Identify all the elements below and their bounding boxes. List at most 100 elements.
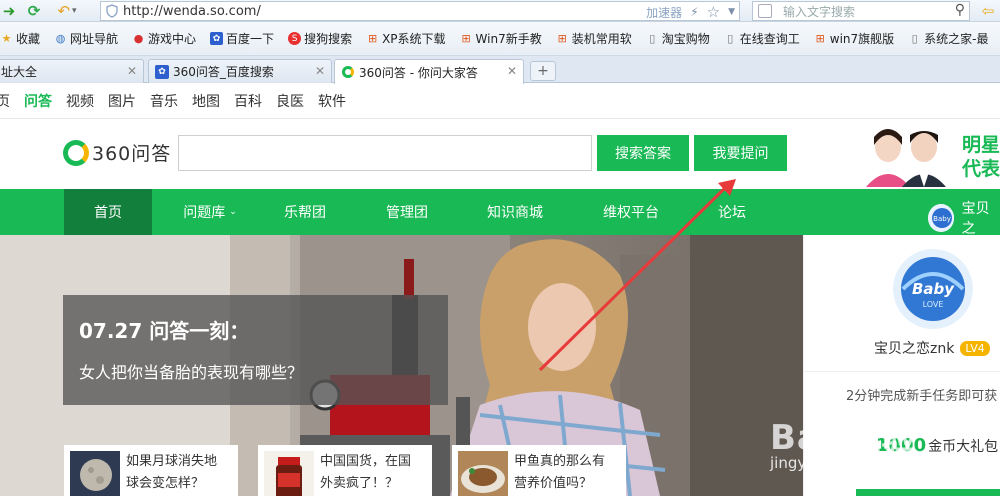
favorite-item[interactable]: ● 游戏中心	[132, 30, 196, 47]
favorite-item[interactable]: ⊞ 装机常用软	[556, 30, 632, 47]
channel-wenda[interactable]: 问答	[24, 91, 52, 121]
lightning-icon[interactable]: ⚡	[690, 5, 698, 19]
tab-label: 360问答_百度搜索	[173, 65, 274, 79]
baidu-jingyan-watermark: Bai 经验 jingyan.baidu.com	[770, 410, 1000, 496]
baidu-paw-icon: ✿	[155, 64, 169, 79]
card-text: 中国国货，在国 外卖疯了！？	[320, 454, 412, 491]
hero-banner[interactable]: 07.27 问答一刻： 女人把你当备胎的表现有哪些？ 如果月球消失地 球会变怎样？…	[0, 235, 803, 496]
address-tools: 加速器 ⚡ ☆ ▼	[646, 3, 735, 21]
svg-text:Baby: Baby	[933, 215, 951, 223]
featured-card-moon[interactable]: 如果月球消失地 球会变怎样？	[64, 445, 238, 496]
channel-doctor[interactable]: 良医	[276, 91, 304, 111]
svg-text:LOVE: LOVE	[923, 300, 944, 309]
accelerator-label[interactable]: 加速器	[646, 4, 682, 21]
favorite-item[interactable]: S 搜狗搜索	[288, 30, 352, 47]
favorite-item[interactable]: ⊞ win7旗舰版	[814, 30, 895, 47]
moon-thumbnail	[70, 451, 120, 496]
card-text: 如果月球消失地 球会变怎样？	[126, 454, 218, 491]
channel-software[interactable]: 软件	[318, 91, 346, 111]
channel-map[interactable]: 地图	[192, 91, 220, 111]
celebrity-photo	[866, 129, 946, 187]
new-tab-button[interactable]: +	[530, 61, 556, 81]
channel-nav: 页 问答 视频 图片 音乐 地图 百科 良医 软件	[0, 83, 1000, 121]
menu-item-home[interactable]: 首页	[64, 189, 152, 235]
channel-video[interactable]: 视频	[66, 91, 94, 111]
favorite-item[interactable]: ⊞ XP系统下载	[366, 30, 446, 47]
sogou-icon: S	[288, 32, 302, 45]
address-bar[interactable]: http://wenda.so.com/ 加速器 ⚡ ☆ ▼	[100, 1, 740, 21]
logo-text: 360问答	[92, 143, 172, 165]
hero-subtitle: 女人把你当备胎的表现有哪些？	[79, 363, 304, 382]
dropdown-icon[interactable]: ▼	[728, 7, 735, 17]
close-icon[interactable]: ✕	[127, 64, 137, 78]
question-search-input[interactable]	[178, 135, 592, 171]
windows-icon: ⊞	[815, 32, 825, 45]
tab-label: 360问答 - 你问大家答	[359, 65, 478, 80]
channel-music[interactable]: 音乐	[150, 91, 178, 111]
featured-card-turtle[interactable]: 甲鱼真的那么有 营养价值吗？	[452, 445, 626, 496]
favorite-item[interactable]: ▯ 淘宝购物	[646, 30, 710, 47]
favorite-item[interactable]: ▯ 系统之家-最	[908, 30, 989, 47]
undo-icon[interactable]: ↶ ▾	[54, 1, 80, 21]
refresh-icon[interactable]: ⟳	[22, 1, 46, 21]
panel-user-name[interactable]: 宝贝之恋znk LV4	[874, 338, 990, 358]
tab-360-wenda[interactable]: 360问答 - 你问大家答 ✕	[334, 59, 524, 84]
windows-icon: ⊞	[367, 32, 378, 45]
favorite-item[interactable]: ▯ 在线查询工	[724, 30, 800, 47]
divider	[804, 371, 1000, 372]
favorite-item[interactable]: ◍ 网址导航	[54, 30, 118, 47]
favorite-star-icon[interactable]: ☆	[707, 3, 720, 21]
sauce-jar-thumbnail	[264, 451, 314, 496]
url-text: http://wenda.so.com/	[123, 3, 261, 19]
site-logo[interactable]: 360问答	[63, 139, 171, 166]
tab-site-nav[interactable]: 址大全 ✕	[0, 59, 144, 83]
page-icon: ▯	[649, 32, 656, 45]
tab-baidu-search[interactable]: ✿ 360问答_百度搜索 ✕	[148, 59, 332, 83]
search-engine-icon[interactable]	[758, 4, 772, 18]
globe-icon: ◍	[55, 32, 66, 45]
menu-item-admin-team[interactable]: 管理团	[364, 189, 450, 235]
menu-item-lebang[interactable]: 乐帮团	[262, 189, 348, 235]
watermark-url: jingyan.baidu.com	[770, 454, 909, 472]
hero-caption[interactable]: 07.27 问答一刻： 女人把你当备胎的表现有哪些？	[63, 295, 448, 405]
channel-home[interactable]: 页	[0, 91, 10, 111]
shield-icon	[106, 4, 118, 18]
favorite-item[interactable]: ★ 收藏	[0, 30, 40, 47]
channel-baike[interactable]: 百科	[234, 91, 262, 111]
page-icon: ▯	[727, 32, 734, 45]
menu-item-question-library[interactable]: 问题库 ⌄	[164, 189, 256, 235]
tab-label: 址大全	[1, 65, 38, 79]
browser-search-input[interactable]: 输入文字搜索 ⚲	[752, 1, 970, 21]
svg-text:Baby: Baby	[912, 280, 955, 298]
windows-icon: ⊞	[461, 32, 471, 45]
tab-bar: 址大全 ✕ ✿ 360问答_百度搜索 ✕ 360问答 - 你问大家答 ✕ +	[0, 56, 1000, 84]
watermark-text: Bai 经验	[770, 418, 917, 458]
card-text: 甲鱼真的那么有 营养价值吗？	[514, 454, 606, 491]
favorite-item[interactable]: ⊞ Win7新手教	[460, 30, 541, 47]
channel-images[interactable]: 图片	[108, 91, 136, 111]
menu-item-rights[interactable]: 维权平台	[588, 189, 674, 235]
close-icon[interactable]: ✕	[315, 64, 325, 78]
close-icon[interactable]: ✕	[507, 64, 517, 78]
featured-card-chinese-goods[interactable]: 中国国货，在国 外卖疯了！？	[258, 445, 432, 496]
menu-item-knowledge-mall[interactable]: 知识商城	[472, 189, 558, 235]
favorite-item[interactable]: ✿ 百度一下	[210, 30, 274, 47]
favorites-bar: ★ 收藏 ◍ 网址导航 ● 游戏中心 ✿ 百度一下 S 搜狗搜索 ⊞ XP系统下载 ⊞ Win…	[0, 22, 1000, 56]
baidu-paw-icon: ✿	[210, 32, 224, 45]
menu-user[interactable]: Baby 宝贝之	[928, 198, 1000, 238]
login-icon[interactable]: ⇦	[976, 1, 1000, 21]
level-badge: LV4	[960, 340, 990, 356]
page-icon: ▯	[911, 32, 918, 45]
search-icon[interactable]: ⚲	[955, 2, 965, 18]
user-avatar[interactable]: Baby LOVE	[893, 249, 973, 329]
search-answers-button[interactable]: 搜索答案	[597, 135, 689, 171]
forward-icon[interactable]: ➜	[0, 1, 18, 21]
celebrity-promo[interactable]: 明星 代表	[858, 125, 1000, 187]
main-menu: 首页 问题库 ⌄ 乐帮团 管理团 知识商城 维权平台 论坛 Baby 宝贝之	[0, 189, 1000, 238]
menu-item-forum[interactable]: 论坛	[692, 189, 772, 235]
ask-question-button[interactable]: 我要提问	[694, 135, 787, 171]
browser-toolbar: ➜ ⟳ ↶ ▾ http://wenda.so.com/ 加速器 ⚡ ☆ ▼ 输入…	[0, 0, 1000, 22]
site-header: 360问答 搜索答案 我要提问 明星 代表	[0, 119, 1000, 189]
chevron-down-icon: ⌄	[229, 207, 237, 217]
windows-icon: ⊞	[557, 32, 567, 45]
